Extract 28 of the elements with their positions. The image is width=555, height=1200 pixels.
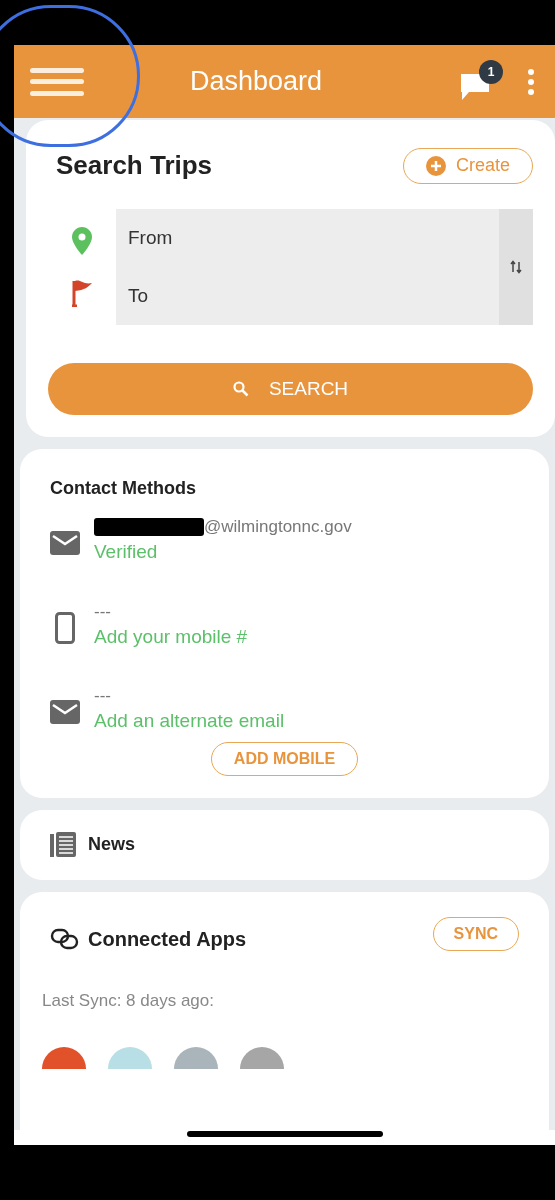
- card-title: News: [88, 833, 136, 856]
- mobile-phone-icon: [55, 611, 75, 644]
- newspaper-icon: [50, 831, 76, 858]
- card-title: Contact Methods: [50, 478, 196, 498]
- link-icon: [50, 927, 80, 950]
- contact-value: ---: [94, 600, 111, 623]
- plus-circle-icon: [425, 155, 446, 176]
- swap-arrows-icon: [510, 260, 522, 274]
- flag-icon: [71, 279, 93, 307]
- search-button[interactable]: SEARCH: [48, 363, 533, 415]
- more-options-icon[interactable]: [527, 68, 535, 95]
- contact-action-link[interactable]: Add your mobile #: [94, 622, 248, 651]
- envelope-icon: [50, 531, 80, 556]
- contact-value: @wilmingtonnc.gov: [204, 516, 352, 538]
- envelope-icon: [50, 700, 80, 725]
- location-pin-icon: [72, 227, 92, 255]
- search-icon: [232, 381, 249, 397]
- from-input[interactable]: From: [116, 209, 499, 267]
- contact-action-link[interactable]: Verified: [94, 538, 352, 567]
- news-card[interactable]: News: [20, 809, 549, 880]
- last-sync-text: Last Sync: 8 days ago:: [42, 989, 215, 1012]
- contact-action-link[interactable]: Add an alternate email: [94, 707, 285, 736]
- page-title: Dashboard: [190, 65, 323, 99]
- card-title: Search Trips: [55, 149, 213, 182]
- notification-badge: 1: [479, 59, 503, 84]
- contact-value: ---: [94, 685, 111, 707]
- to-input[interactable]: To: [116, 267, 499, 325]
- card-title: Connected Apps: [88, 926, 247, 952]
